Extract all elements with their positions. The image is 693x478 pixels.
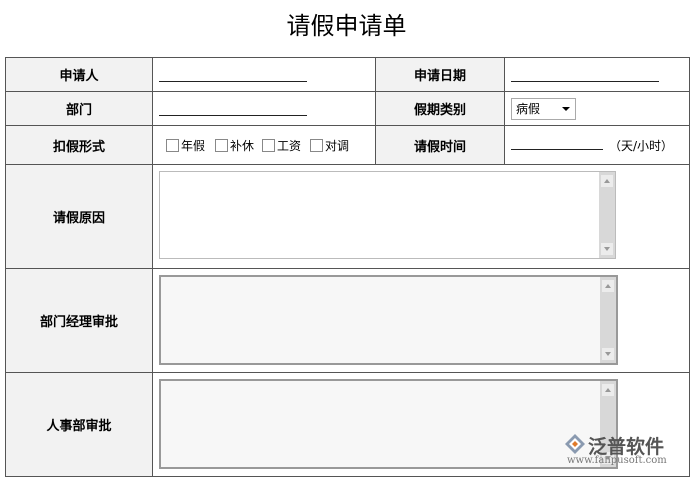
scroll-up-icon[interactable] [601,175,613,187]
deduct-type-cell: 年假 补休 工资 对调 [152,125,376,165]
applicant-label: 申请人 [5,57,153,92]
scroll-up-icon[interactable] [602,384,614,396]
leave-time-field[interactable] [511,149,603,150]
deduct-option-salary[interactable]: 工资 [262,138,301,154]
deduct-type-label: 扣假形式 [5,125,153,165]
leave-type-selected: 病假 [516,102,541,116]
scrollbar[interactable] [599,172,615,258]
manager-approval-label: 部门经理审批 [5,268,153,373]
manager-approval-textarea[interactable] [159,275,618,365]
reason-textarea[interactable] [159,171,616,259]
option-label: 工资 [277,139,302,153]
scroll-down-icon[interactable] [601,243,613,255]
department-label: 部门 [5,91,153,126]
deduct-option-swap[interactable]: 对调 [310,138,349,154]
reason-label: 请假原因 [5,164,153,269]
reason-cell [152,164,690,269]
scroll-up-icon[interactable] [602,280,614,292]
hr-approval-textarea[interactable] [159,379,618,469]
department-cell [152,91,376,126]
checkbox[interactable] [215,139,228,152]
checkbox[interactable] [262,139,275,152]
scroll-down-icon[interactable] [602,348,614,360]
leave-type-label: 假期类别 [375,91,505,126]
chevron-down-icon [562,107,570,111]
department-field[interactable] [159,115,307,116]
logo-url: www.fanpusoft.com [567,455,667,466]
deduct-option-compensatory[interactable]: 补休 [215,138,254,154]
apply-date-label: 申请日期 [375,57,505,92]
checkbox[interactable] [310,139,323,152]
leave-time-cell: （天/小时） [504,125,690,165]
option-label: 年假 [181,139,206,153]
leave-form: 申请人 申请日期 部门 假期类别 病假 扣假形式 年假 补休 工资 对调 请假时… [5,57,690,477]
deduct-option-annual[interactable]: 年假 [166,138,205,154]
option-label: 补休 [230,139,255,153]
apply-date-cell [504,57,690,92]
manager-approval-cell [152,268,690,373]
hr-approval-label: 人事部审批 [5,372,153,477]
watermark-logo: 泛普软件 www.fanpusoft.com [563,430,688,470]
option-label: 对调 [325,139,350,153]
time-unit-text: （天/小时） [609,139,674,153]
scrollbar[interactable] [600,277,616,363]
logo-icon [565,434,585,454]
apply-date-field[interactable] [511,81,659,82]
checkbox[interactable] [166,139,179,152]
applicant-field[interactable] [159,81,307,82]
leave-time-label: 请假时间 [375,125,505,165]
leave-type-cell: 病假 [504,91,690,126]
page-title: 请假申请单 [286,12,407,40]
applicant-cell [152,57,376,92]
leave-type-select[interactable]: 病假 [511,98,576,120]
